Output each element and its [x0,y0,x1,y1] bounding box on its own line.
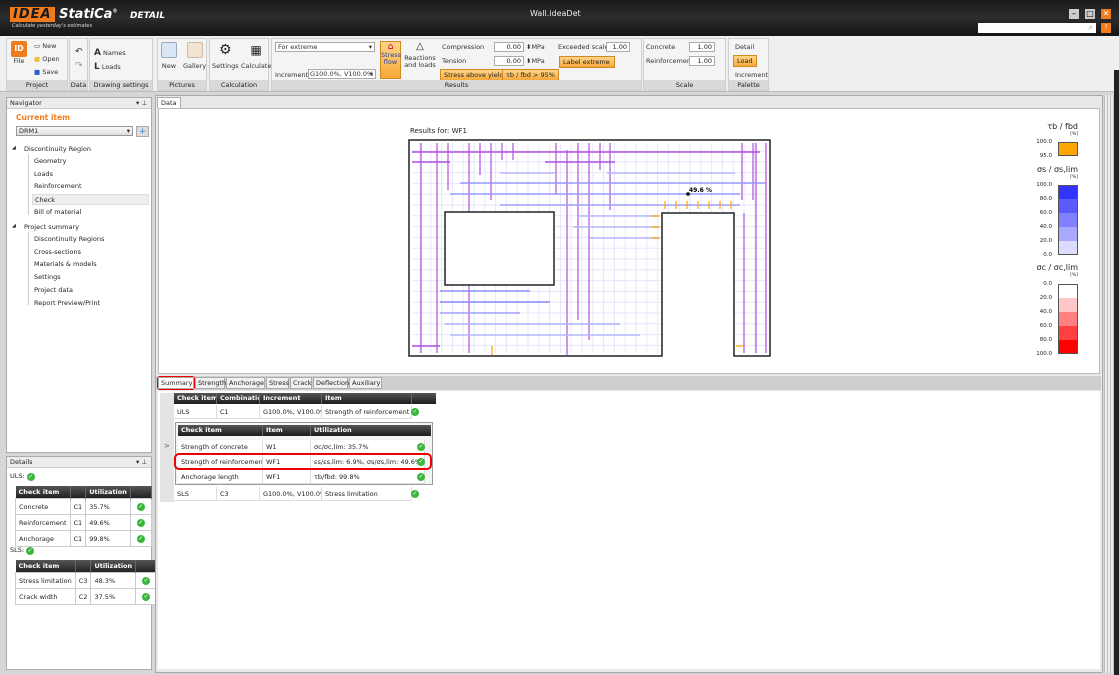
legend-text: τb / fbd [1047,122,1078,131]
legend-text: 40.0 [1039,224,1052,230]
legend-text: 100.0 [1036,182,1052,188]
legend-text: 40.0 [1039,309,1052,315]
legend-text: 60.0 [1039,323,1052,329]
table-cell: G100.0%, V100.0% [260,405,322,419]
tab-stress[interactable]: Stress [266,377,289,389]
tab-strength[interactable]: Strength [195,377,226,389]
table-cell: W1 [263,440,311,454]
table-cell: Stress limitation [322,487,412,501]
expand-row-button[interactable]: > [164,442,170,450]
table-cell: σc/σc,lim: 35.7% [311,440,425,454]
table-cell: Anchorage length [178,470,263,484]
table-cell: Strength of reinforcement [322,405,412,419]
tab-auxiliary[interactable]: Auxiliary [349,377,382,389]
legend-swatch-tb [1058,142,1078,156]
column-header: Combination [217,393,260,404]
tab-summary[interactable]: Summary [158,377,194,389]
header-extra [410,425,431,436]
legend-frame [1058,284,1078,354]
legend-text: [%] [1070,132,1078,137]
table-cell: C3 [217,487,260,501]
legend-text: 0.0 [1043,252,1052,258]
column-header: Check item [174,393,217,404]
table-cell: τb/fbd: 99.8% [311,470,425,484]
column-header: Check item [178,425,263,436]
check-ok-icon: ✓ [417,473,425,481]
wall-notch [663,214,733,355]
legend-text: σc / σc,lim [1036,263,1079,272]
legend-text: 80.0 [1039,337,1052,343]
legend-text: 80.0 [1039,196,1052,202]
scrollbar[interactable] [1104,95,1114,673]
wall-opening [444,211,555,286]
extreme-label: 49.6 % [689,187,712,194]
tab-anchorage[interactable]: Anchorage [226,377,265,389]
window-edge [1114,70,1119,675]
legend-text: 20.0 [1039,238,1052,244]
legend-text: 20.0 [1039,295,1052,301]
table-cell: ULS [174,405,217,419]
table-cell: G100.0%, V100.0% [260,487,322,501]
column-header: Item [322,393,412,404]
selected-row-highlight [174,453,432,470]
table-cell: WF1 [263,470,311,484]
table-cell: C1 [217,405,260,419]
legend-text: σs / σs,lim [1036,165,1078,174]
legend-text: 60.0 [1039,210,1052,216]
table-cell: SLS [174,487,217,501]
tab-crack[interactable]: Crack [290,377,312,389]
legend-text: 0.0 [1043,281,1052,287]
check-ok-icon: ✓ [411,408,419,416]
column-header: Increment [260,393,322,404]
legend-text: 100.0 [1036,139,1052,145]
header-extra [412,393,436,404]
table-cell: Strength of concrete [178,440,263,454]
legend-text: 100.0 [1036,351,1052,357]
tab-deflection[interactable]: Deflection [313,377,349,389]
check-ok-icon: ✓ [417,443,425,451]
column-header: Utilization [311,425,425,436]
legend-text: [%] [1070,175,1078,180]
legend-text: 95.0 [1039,153,1052,159]
check-ok-icon: ✓ [411,490,419,498]
legend-frame [1058,185,1078,255]
legend-text: [%] [1070,273,1078,278]
column-header: Item [263,425,311,436]
